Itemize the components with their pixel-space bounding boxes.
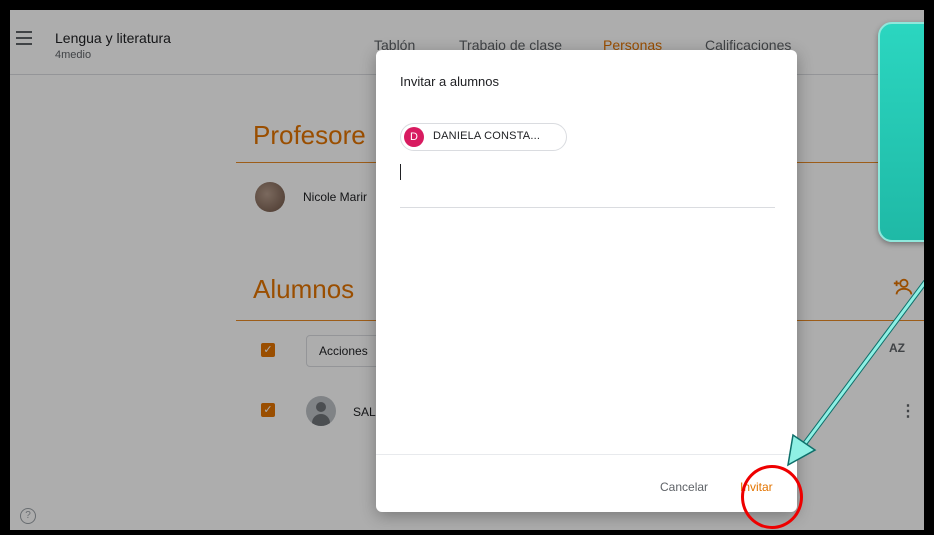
annotation-arrow <box>787 279 924 467</box>
classroom-window: Lengua y literatura 4medio Tablón Trabaj… <box>10 10 924 530</box>
